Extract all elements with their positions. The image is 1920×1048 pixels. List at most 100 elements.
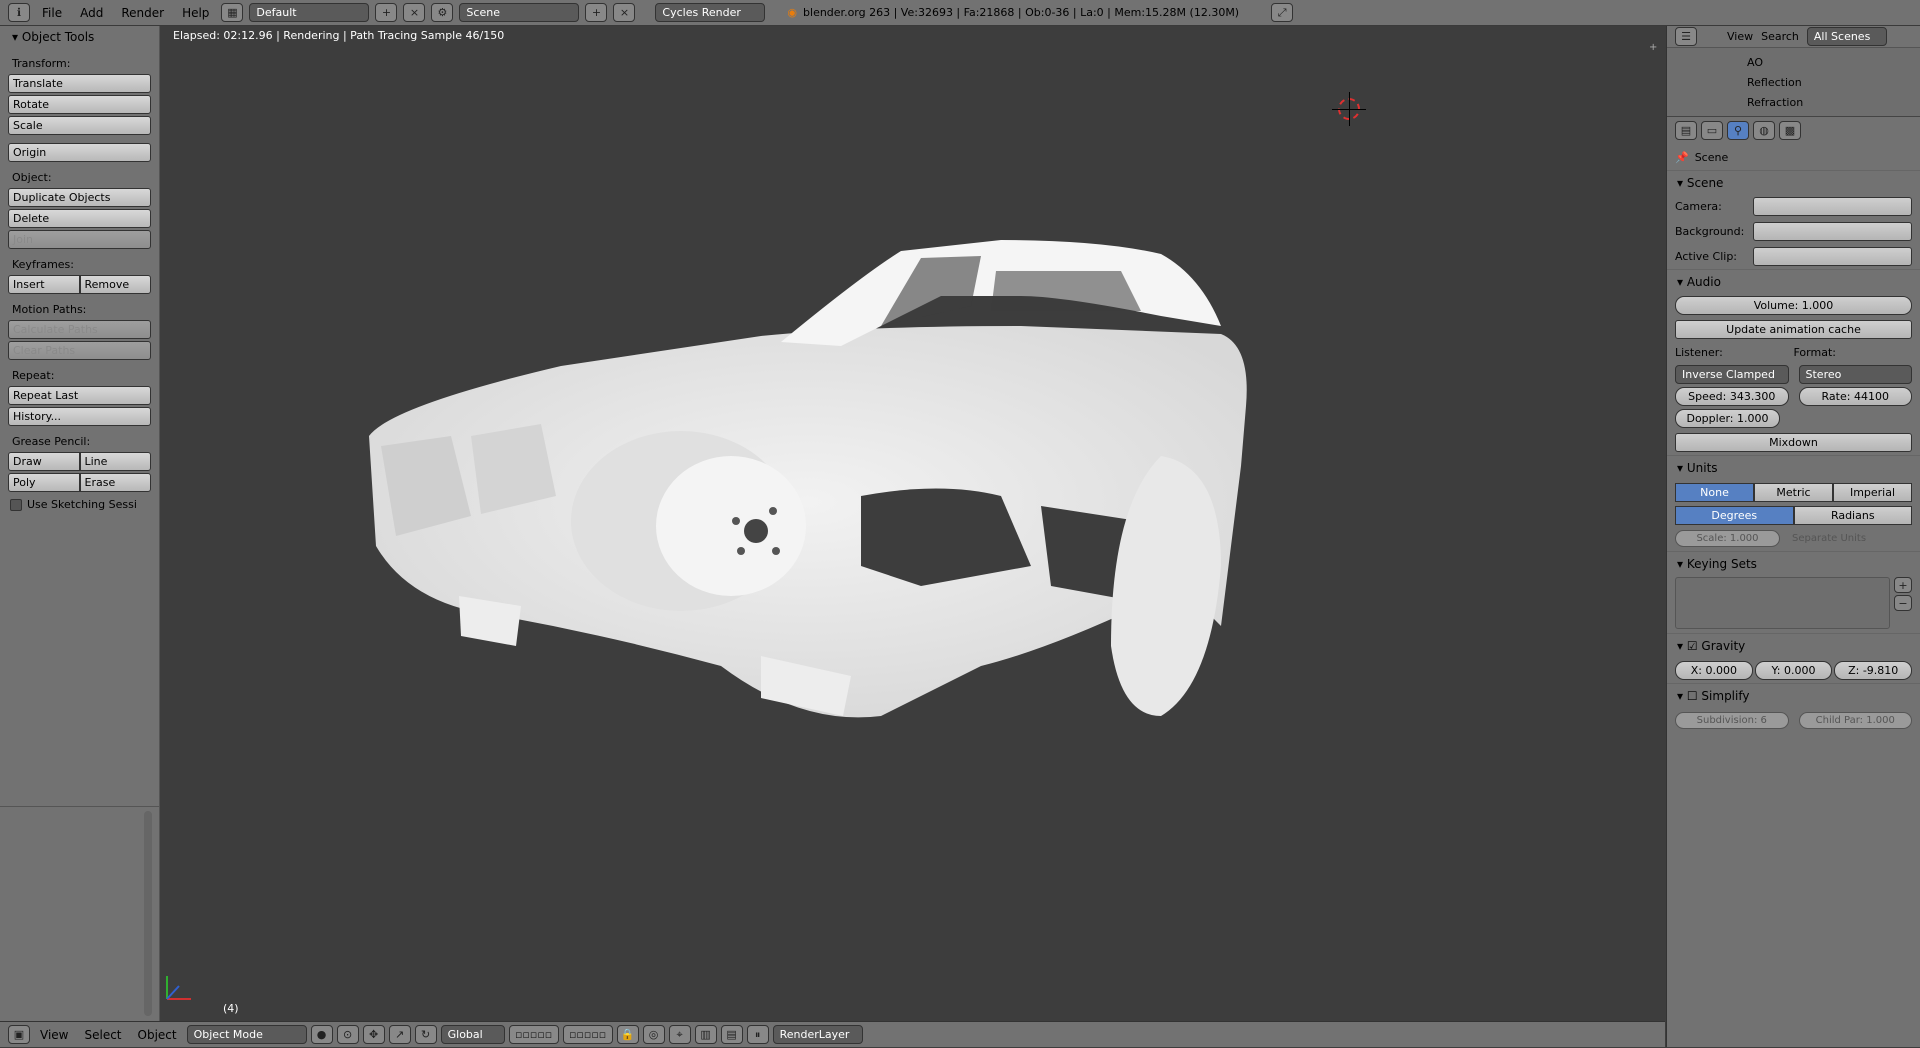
- duplicate-objects-button[interactable]: Duplicate Objects: [8, 188, 151, 207]
- scale-button[interactable]: Scale: [8, 116, 151, 135]
- menu-add[interactable]: Add: [74, 0, 109, 26]
- menu-select[interactable]: Select: [78, 1022, 127, 1048]
- render-tab-icon[interactable]: ▭: [1701, 121, 1723, 140]
- 3d-viewport[interactable]: Elapsed: 02:12.96 | Rendering | Path Tra…: [161, 26, 1665, 1021]
- lock-icon[interactable]: 🔒: [616, 1025, 639, 1044]
- calculate-paths-button[interactable]: Calculate Paths: [8, 320, 151, 339]
- rotate-button[interactable]: Rotate: [8, 95, 151, 114]
- origin-button[interactable]: Origin: [8, 143, 151, 162]
- rotate-manip-icon[interactable]: ↻: [414, 1025, 437, 1044]
- snap-icon[interactable]: ⌖: [668, 1025, 691, 1044]
- add-layout-icon[interactable]: +: [375, 3, 398, 22]
- update-cache-button[interactable]: Update animation cache: [1675, 319, 1912, 339]
- viewport-plus-icon[interactable]: +: [1649, 42, 1657, 53]
- pivot-icon[interactable]: ⊙: [336, 1025, 359, 1044]
- camera-field[interactable]: [1753, 197, 1912, 216]
- doppler-field[interactable]: Doppler: 1.000: [1675, 408, 1780, 428]
- outliner-item[interactable]: AO: [1667, 52, 1920, 72]
- outliner-view-menu[interactable]: View: [1727, 30, 1753, 43]
- draw-button[interactable]: Draw: [8, 452, 80, 471]
- insert-keyframe-button[interactable]: Insert: [8, 275, 80, 294]
- scene-section-header[interactable]: ▾ Scene: [1667, 170, 1920, 194]
- erase-button[interactable]: Erase: [79, 473, 151, 492]
- properties-type-icon[interactable]: ▤: [1675, 121, 1697, 140]
- mixdown-button[interactable]: Mixdown: [1675, 432, 1912, 452]
- remove-layout-icon[interactable]: ×: [403, 3, 426, 22]
- remove-keying-set-icon[interactable]: −: [1894, 595, 1912, 611]
- translate-manip-icon[interactable]: ↗: [388, 1025, 411, 1044]
- radians-button[interactable]: Radians: [1793, 506, 1912, 525]
- layers-row1-icon[interactable]: ▫▫▫▫▫: [508, 1025, 559, 1044]
- delete-button[interactable]: Delete: [8, 209, 151, 228]
- texture-tab-icon[interactable]: ▩: [1779, 121, 1801, 140]
- manipulator-icon[interactable]: ✥: [362, 1025, 385, 1044]
- join-button[interactable]: Join: [8, 230, 151, 249]
- degrees-button[interactable]: Degrees: [1675, 506, 1794, 525]
- orientation-select[interactable]: Global: [440, 1025, 505, 1044]
- remove-keyframe-button[interactable]: Remove: [79, 275, 151, 294]
- pin-icon[interactable]: 📌: [1675, 151, 1689, 164]
- menu-help[interactable]: Help: [176, 0, 215, 26]
- remove-scene-icon[interactable]: ×: [613, 3, 636, 22]
- format-select[interactable]: Stereo: [1798, 364, 1912, 384]
- keying-sets-list[interactable]: [1675, 577, 1890, 629]
- outliner-filter-select[interactable]: All Scenes: [1806, 27, 1887, 46]
- volume-field[interactable]: Volume: 1.000: [1675, 295, 1912, 315]
- background-field[interactable]: [1753, 222, 1912, 241]
- fullscreen-icon[interactable]: ⤢: [1271, 3, 1294, 22]
- separate-units-label[interactable]: Separate Units: [1792, 533, 1866, 544]
- audio-section-header[interactable]: ▾ Audio: [1667, 269, 1920, 293]
- panel-object-tools[interactable]: ▾ Object Tools: [0, 26, 159, 48]
- layout-icon[interactable]: ▦: [221, 3, 244, 22]
- render-layer-select[interactable]: RenderLayer: [772, 1025, 863, 1044]
- scene-icon[interactable]: ⚙: [431, 3, 454, 22]
- unit-scale-field[interactable]: Scale: 1.000: [1675, 529, 1780, 547]
- layers-row2-icon[interactable]: ▫▫▫▫▫: [562, 1025, 613, 1044]
- keying-section-header[interactable]: ▾ Keying Sets: [1667, 551, 1920, 575]
- mode-select[interactable]: Object Mode: [186, 1025, 307, 1044]
- listener-select[interactable]: Inverse Clamped: [1675, 364, 1789, 384]
- simplify-section-header[interactable]: ▾ ☐ Simplify: [1667, 683, 1920, 707]
- add-keying-set-icon[interactable]: +: [1894, 577, 1912, 593]
- info-editor-icon[interactable]: ℹ: [8, 3, 30, 22]
- speed-field[interactable]: Speed: 343.300: [1675, 386, 1789, 406]
- scene-tab-icon[interactable]: ⚲: [1727, 121, 1749, 140]
- outliner-item[interactable]: Refraction: [1667, 92, 1920, 112]
- pause-icon[interactable]: ⏸: [746, 1025, 769, 1044]
- render-engine-select[interactable]: Cycles Render: [655, 3, 766, 22]
- render-still-icon[interactable]: ▥: [694, 1025, 717, 1044]
- outliner-type-icon[interactable]: ☰: [1675, 27, 1697, 46]
- add-scene-icon[interactable]: +: [585, 3, 608, 22]
- gravity-x-field[interactable]: X: 0.000: [1675, 660, 1753, 680]
- shading-icon[interactable]: ●: [310, 1025, 333, 1044]
- editor-type-icon[interactable]: ▣: [8, 1025, 30, 1044]
- rate-field[interactable]: Rate: 44100: [1798, 386, 1912, 406]
- poly-button[interactable]: Poly: [8, 473, 80, 492]
- child-par-field[interactable]: Child Par: 1.000: [1798, 711, 1912, 729]
- shelf-scrollbar[interactable]: [144, 811, 152, 1016]
- proportional-icon[interactable]: ◎: [642, 1025, 665, 1044]
- menu-file[interactable]: File: [36, 0, 68, 26]
- menu-object[interactable]: Object: [132, 1022, 183, 1048]
- repeat-last-button[interactable]: Repeat Last: [8, 386, 151, 405]
- translate-button[interactable]: Translate: [8, 74, 151, 93]
- screen-layout-field[interactable]: Default: [249, 3, 370, 22]
- outliner-search-menu[interactable]: Search: [1761, 30, 1799, 43]
- line-button[interactable]: Line: [79, 452, 151, 471]
- active-clip-field[interactable]: [1753, 247, 1912, 266]
- unit-imperial-button[interactable]: Imperial: [1833, 483, 1912, 502]
- sketching-checkbox[interactable]: [10, 498, 22, 511]
- units-section-header[interactable]: ▾ Units: [1667, 455, 1920, 479]
- history-button[interactable]: History...: [8, 407, 151, 426]
- subdivision-field[interactable]: Subdivision: 6: [1675, 711, 1789, 729]
- unit-metric-button[interactable]: Metric: [1754, 483, 1833, 502]
- render-anim-icon[interactable]: ▤: [720, 1025, 743, 1044]
- menu-render[interactable]: Render: [115, 0, 170, 26]
- outliner-item[interactable]: Reflection: [1667, 72, 1920, 92]
- menu-view[interactable]: View: [34, 1022, 74, 1048]
- gravity-y-field[interactable]: Y: 0.000: [1754, 660, 1833, 680]
- world-tab-icon[interactable]: ◍: [1753, 121, 1775, 140]
- scene-field[interactable]: Scene: [459, 3, 580, 22]
- gravity-section-header[interactable]: ▾ ☑ Gravity: [1667, 633, 1920, 657]
- clear-paths-button[interactable]: Clear Paths: [8, 341, 151, 360]
